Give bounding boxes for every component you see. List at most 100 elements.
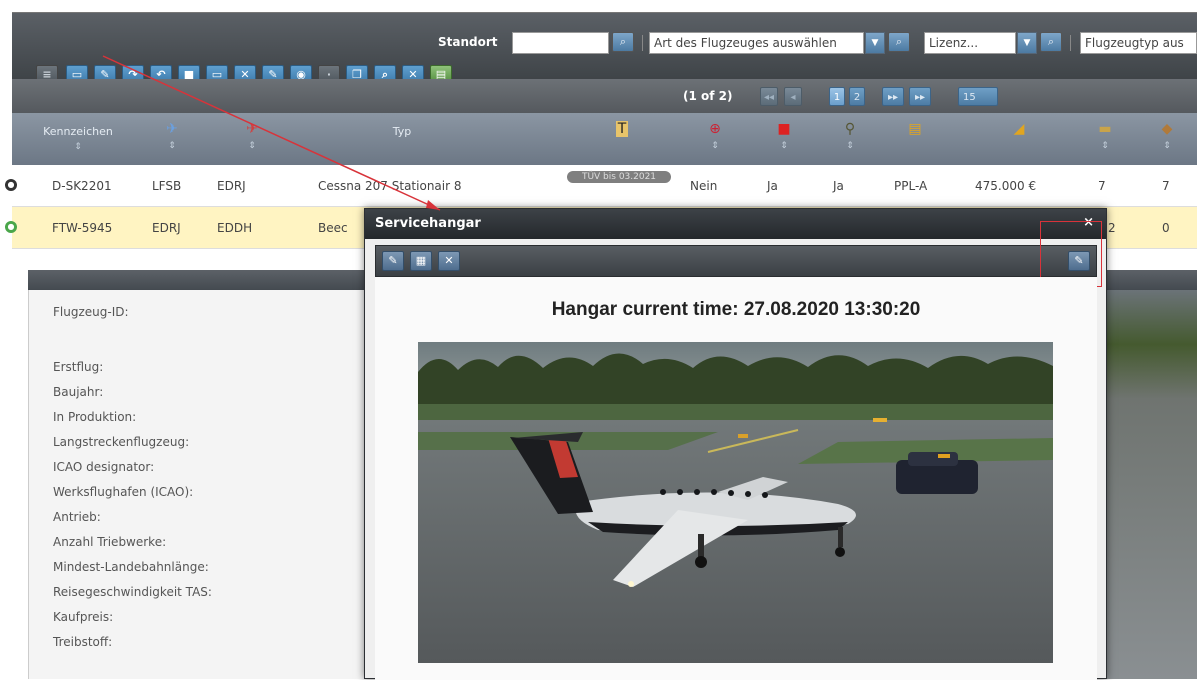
field-label: Mindest-Landebahnlänge: (53, 560, 209, 574)
cell-n2: 0 (1162, 221, 1170, 235)
cell-registration: D-SK2201 (52, 179, 112, 193)
destination-icon: ✈ (246, 121, 258, 137)
table-header: Kennzeichen ⇕ ✈ ⇕ ✈ ⇕ Typ T ⊕ ⇕ ■ ⇕ ⚲ ⇕ (12, 113, 1197, 165)
column-departure[interactable]: ✈ ⇕ (152, 113, 192, 165)
prev-page-button[interactable]: ◂ (784, 87, 802, 106)
wrench-icon[interactable]: ✎ (382, 251, 404, 271)
inspection-icon: T (615, 121, 629, 137)
calculator-icon[interactable]: ▦ (410, 251, 432, 271)
column-price[interactable]: ◢ (994, 113, 1044, 165)
person-icon: ⚲ (844, 121, 856, 137)
servicehangar-dialog: Servicehangar × ✎ ▦ ✕ ✎ Hangar current t… (364, 208, 1107, 680)
search-icon: ⌕ (895, 35, 903, 48)
money-icon: ◢ (1013, 121, 1025, 137)
close-icon[interactable]: ✕ (438, 251, 460, 271)
cell-registration: FTW-5945 (52, 221, 113, 235)
cell-type: Beec (318, 221, 348, 235)
hangar-time-heading: Hangar current time: 27.08.2020 13:30:20 (551, 299, 921, 320)
row-expand-icon[interactable]: ● (5, 221, 17, 233)
dialog-title: Servicehangar (375, 216, 481, 231)
toolbar-divider (1070, 35, 1071, 51)
app-window: Standort ⌕ Art des Flugzeuges auswählen … (0, 0, 1197, 680)
cell-n2: 7 (1162, 179, 1170, 193)
sort-icon: ⇕ (248, 141, 256, 151)
aircraft-photo-illustration (418, 342, 1053, 663)
cell-to: EDDH (217, 221, 253, 235)
background-aircraft-image (1104, 290, 1197, 679)
cell-license: PPL-A (894, 179, 928, 193)
field-label: Baujahr: (53, 385, 104, 399)
column-destination[interactable]: ✈ ⇕ (232, 113, 272, 165)
cell-type: Cessna 207 Stationair 8 (318, 179, 462, 193)
first-page-button[interactable]: ◂◂ (760, 87, 778, 106)
sort-icon: ⇕ (168, 141, 176, 151)
cell-from: LFSB (152, 179, 182, 193)
cell-n1: 2 (1108, 221, 1116, 235)
search-icon: ⌕ (619, 35, 627, 48)
column-license[interactable]: ▤ (890, 113, 940, 165)
field-label: Erstflug: (53, 360, 104, 374)
chevron-down-icon[interactable]: ▼ (865, 32, 885, 54)
standort-label: Standort (438, 35, 498, 49)
flag-icon: ■ (777, 121, 791, 137)
standort-input[interactable] (512, 32, 609, 54)
column-b[interactable]: ■ ⇕ (764, 113, 804, 165)
field-label: Kaufpreis: (53, 610, 114, 624)
field-label: Langstreckenflugzeug: (53, 435, 190, 449)
aircraft-type-search-button[interactable]: ⌕ (888, 32, 910, 52)
toolbar-divider (642, 35, 643, 51)
sort-icon: ⇕ (846, 141, 854, 151)
cell-a: Nein (690, 179, 718, 193)
row-expand-icon[interactable]: ● (5, 179, 17, 191)
license-select[interactable]: Lizenz... (924, 32, 1016, 54)
cargo-icon: ◆ (1161, 121, 1173, 137)
cell-price: 475.000 € (975, 179, 1037, 193)
departure-icon: ✈ (166, 121, 178, 137)
cell-c: Ja (833, 179, 844, 193)
sort-icon: ⇕ (711, 141, 719, 151)
sort-icon: ⇕ (780, 141, 788, 151)
column-n1[interactable]: ▬ ⇕ (1090, 113, 1120, 165)
page-1-button[interactable]: 1 (829, 87, 845, 106)
status-badge: TÜV bis 03.2021 (567, 171, 671, 183)
detail-panel: Flugzeug-ID: Erstflug: Baujahr: In Produ… (28, 290, 368, 679)
license-search-button[interactable]: ⌕ (1040, 32, 1062, 52)
cell-n1: 7 (1098, 179, 1106, 193)
search-icon: ⌕ (1047, 35, 1055, 48)
field-label: Reisegeschwindigkeit TAS: (53, 585, 212, 599)
field-label: Anzahl Triebwerke: (53, 535, 167, 549)
warning-icon: ⊕ (709, 121, 721, 137)
column-registration[interactable]: Kennzeichen ⇕ (36, 113, 120, 165)
sort-icon: ⇕ (1163, 141, 1171, 151)
chevron-down-icon[interactable]: ▼ (1017, 32, 1037, 54)
page-2-button[interactable]: 2 (849, 87, 865, 106)
rows-per-page-select[interactable]: 15 (958, 87, 998, 106)
last-page-button[interactable]: ▸▸ (909, 87, 931, 106)
cell-to: EDRJ (217, 179, 246, 193)
column-n2[interactable]: ◆ ⇕ (1152, 113, 1182, 165)
plane-type-select[interactable]: Flugzeugtyp aus (1080, 32, 1197, 54)
field-label: Flugzeug-ID: (53, 305, 129, 319)
column-c[interactable]: ⚲ ⇕ (830, 113, 870, 165)
field-label: In Produktion: (53, 410, 137, 424)
rows-per-page-value: 15 (963, 92, 976, 103)
pagination-bar: (1 of 2) ◂◂ ◂ 1 2 ▸▸ ▸▸ 15 (12, 79, 1197, 113)
cell-b: Ja (767, 179, 778, 193)
dialog-title-bar: Servicehangar (365, 209, 1106, 239)
column-label: Typ (392, 125, 412, 138)
sort-icon: ⇕ (74, 142, 82, 152)
seat-icon: ▬ (1098, 121, 1112, 137)
column-a[interactable]: ⊕ ⇕ (695, 113, 735, 165)
field-label: Werksflughafen (ICAO): (53, 485, 194, 499)
column-type[interactable]: Typ (342, 113, 462, 165)
table-row[interactable]: ● D-SK2201 LFSB EDRJ Cessna 207 Stationa… (5, 165, 1197, 207)
sort-icon: ⇕ (1101, 141, 1109, 151)
field-label: ICAO designator: (53, 460, 155, 474)
next-page-button[interactable]: ▸▸ (882, 87, 904, 106)
dialog-content: Hangar current time: 27.08.2020 13:30:20 (375, 277, 1097, 680)
aircraft-type-select[interactable]: Art des Flugzeuges auswählen (649, 32, 864, 54)
page-status: (1 of 2) (683, 89, 733, 103)
field-label: Antrieb: (53, 510, 101, 524)
column-inspection[interactable]: T (602, 113, 642, 165)
standort-search-button[interactable]: ⌕ (612, 32, 634, 52)
